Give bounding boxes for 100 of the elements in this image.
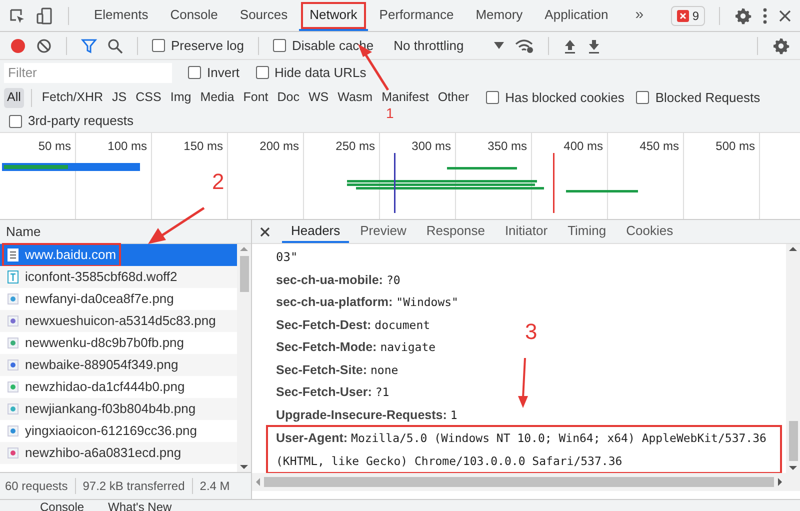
type-filter-button[interactable]: Fetch/XHR bbox=[38, 88, 106, 108]
request-name[interactable]: iconfont-3585cbf68d.woff2 bbox=[25, 267, 178, 287]
more-options-icon[interactable] bbox=[762, 6, 768, 24]
panel-tab[interactable]: Console bbox=[159, 0, 229, 31]
type-filter-button[interactable]: Media bbox=[197, 88, 238, 108]
request-row[interactable]: newbaike-889054f349.png bbox=[0, 354, 237, 376]
checkbox[interactable] bbox=[486, 91, 500, 104]
request-row[interactable]: newzhibo-a6a0831ecd.png bbox=[0, 442, 237, 464]
clear-icon[interactable] bbox=[36, 38, 52, 54]
image-file-icon bbox=[7, 424, 19, 438]
settings-icon[interactable] bbox=[772, 36, 790, 54]
scrollbar-thumb[interactable] bbox=[788, 421, 798, 461]
record-icon[interactable] bbox=[10, 38, 26, 54]
type-filter-button[interactable]: Doc bbox=[274, 88, 302, 108]
request-name[interactable]: newxueshuicon-a5314d5c83.png bbox=[25, 311, 216, 331]
type-filter-button[interactable]: Wasm bbox=[334, 88, 376, 108]
drawer-tab[interactable]: Console bbox=[40, 500, 84, 511]
request-name[interactable]: newzhidao-da1cf444b0.png bbox=[25, 377, 185, 397]
close-icon[interactable] bbox=[778, 8, 792, 22]
close-icon[interactable] bbox=[260, 226, 270, 236]
document-icon bbox=[7, 248, 19, 262]
image-file-icon bbox=[7, 292, 19, 306]
panel-tab[interactable]: Application bbox=[534, 0, 620, 31]
header-line: Sec-Fetch-Site: none bbox=[276, 362, 398, 378]
checkbox[interactable] bbox=[256, 66, 269, 79]
timeline-tick: 300 ms bbox=[412, 139, 451, 154]
timeline-tick: 100 ms bbox=[108, 139, 147, 154]
request-row[interactable]: www.baidu.com bbox=[0, 244, 237, 266]
drawer-tab[interactable]: What's New bbox=[108, 500, 172, 511]
scroll-left-icon bbox=[254, 477, 262, 487]
detail-tab[interactable]: Headers bbox=[282, 220, 350, 243]
panel-tab[interactable]: Elements bbox=[83, 0, 160, 31]
type-filter-button[interactable]: Img bbox=[167, 88, 194, 108]
detail-tab[interactable]: Cookies bbox=[617, 220, 682, 243]
panel-tab[interactable]: Memory bbox=[464, 0, 534, 31]
checkbox[interactable] bbox=[9, 114, 22, 128]
checkbox-label: Hide data URLs bbox=[274, 64, 366, 82]
type-filter-button[interactable]: WS bbox=[305, 88, 332, 108]
error-count-badge[interactable]: 9 bbox=[671, 6, 705, 26]
header-line: Sec-Fetch-Dest: document bbox=[276, 316, 430, 334]
device-toolbar-icon[interactable] bbox=[36, 6, 54, 24]
detail-tab[interactable]: Initiator bbox=[496, 220, 557, 243]
filter-icon[interactable] bbox=[81, 38, 97, 54]
detail-tab[interactable]: Timing bbox=[558, 220, 616, 243]
type-filter-button[interactable]: Font bbox=[240, 88, 272, 108]
scroll-right-icon[interactable] bbox=[776, 477, 784, 487]
request-name[interactable]: newzhibo-a6a0831ecd.png bbox=[25, 443, 182, 463]
column-header: Name bbox=[6, 222, 41, 240]
annotation-arrow bbox=[518, 358, 530, 410]
timeline-tick: 150 ms bbox=[184, 139, 223, 154]
error-icon bbox=[677, 10, 690, 22]
type-filter-button[interactable]: JS bbox=[109, 88, 130, 108]
request-row[interactable]: newxueshuicon-a5314d5c83.png bbox=[0, 310, 237, 332]
scroll-down-icon bbox=[789, 463, 797, 473]
timeline-tick: 400 ms bbox=[564, 139, 603, 154]
annotation-number: 2 bbox=[212, 170, 224, 194]
inspect-icon[interactable] bbox=[8, 6, 26, 24]
header-line: Sec-Fetch-User: ?1 bbox=[276, 384, 390, 401]
request-name[interactable]: newwenku-d8c9b7b0fb.png bbox=[25, 333, 184, 353]
network-conditions-icon[interactable] bbox=[514, 38, 534, 54]
checkbox-label: Has blocked cookies bbox=[505, 88, 624, 107]
detail-tab[interactable]: Response bbox=[417, 220, 494, 243]
annotation-number: 1 bbox=[386, 106, 394, 121]
request-row[interactable]: newjiankang-f03b804b4b.png bbox=[0, 398, 237, 420]
timeline-tick: 500 ms bbox=[716, 139, 755, 154]
checkbox[interactable] bbox=[636, 91, 650, 104]
type-filter-button[interactable]: CSS bbox=[132, 88, 164, 108]
checkbox-label: Invert bbox=[207, 64, 240, 82]
annotation-arrow bbox=[146, 206, 206, 246]
type-filter-button[interactable]: Other bbox=[434, 88, 472, 108]
checkbox[interactable] bbox=[188, 66, 201, 79]
scrollbar-thumb[interactable] bbox=[264, 477, 774, 487]
type-filter-button[interactable]: All bbox=[4, 88, 24, 108]
more-tabs-button[interactable]: » bbox=[629, 4, 650, 27]
image-file-icon bbox=[7, 446, 19, 460]
checkbox[interactable] bbox=[152, 39, 165, 52]
image-file-icon bbox=[7, 336, 19, 350]
annotation-number: 3 bbox=[525, 320, 538, 344]
throttling-dropdown[interactable]: No throttling bbox=[384, 36, 504, 56]
request-name[interactable]: newbaike-889054f349.png bbox=[25, 355, 178, 375]
request-name[interactable]: newfanyi-da0cea8f7e.png bbox=[25, 289, 174, 309]
upload-icon[interactable] bbox=[562, 38, 577, 54]
panel-tab[interactable]: Network bbox=[298, 0, 368, 31]
header-line: sec-ch-ua-platform: "Windows" bbox=[276, 294, 458, 311]
request-name[interactable]: newjiankang-f03b804b4b.png bbox=[25, 399, 196, 419]
search-icon[interactable] bbox=[107, 38, 123, 54]
filter-input[interactable]: Filter bbox=[4, 62, 172, 82]
image-file-icon bbox=[7, 380, 19, 394]
download-icon[interactable] bbox=[586, 38, 601, 54]
detail-tab[interactable]: Preview bbox=[351, 220, 416, 243]
request-row[interactable]: iconfont-3585cbf68d.woff2 bbox=[0, 266, 237, 288]
checkbox[interactable] bbox=[272, 39, 286, 52]
type-filter-button[interactable]: Manifest bbox=[378, 88, 432, 108]
scrollbar-thumb[interactable] bbox=[240, 256, 248, 292]
status-text: 2.4 M bbox=[200, 478, 230, 495]
panel-tab[interactable]: Sources bbox=[228, 0, 299, 31]
request-name[interactable]: www.baidu.com bbox=[25, 245, 116, 265]
settings-icon[interactable] bbox=[734, 6, 752, 24]
request-name[interactable]: yingxiaoicon-612169cc36.png bbox=[25, 421, 198, 441]
panel-tab[interactable]: Performance bbox=[368, 0, 465, 31]
